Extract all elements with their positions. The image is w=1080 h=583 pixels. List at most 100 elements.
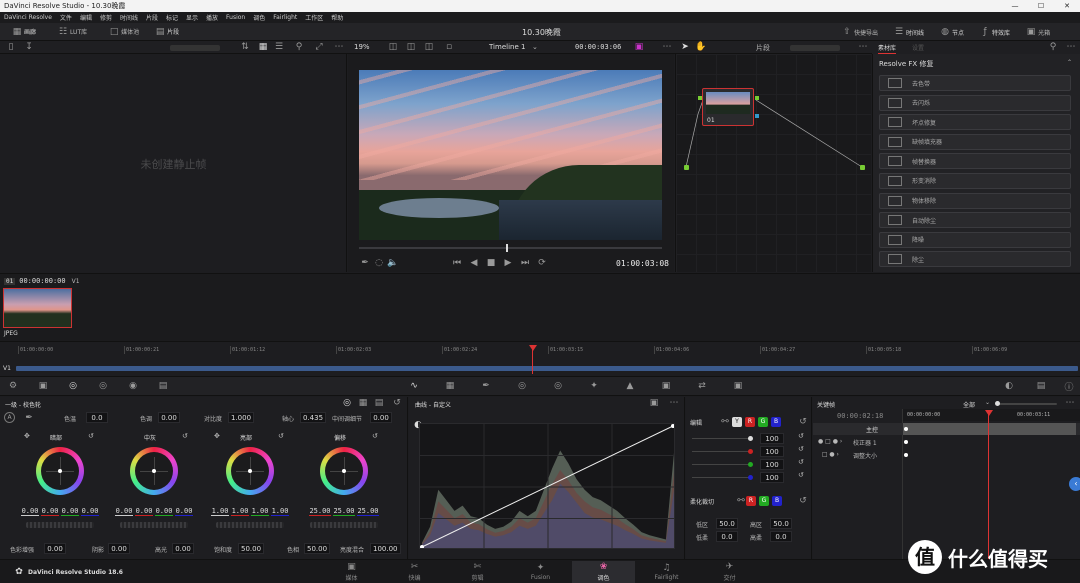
viewer-options-icon[interactable]: ⋯ bbox=[660, 41, 674, 53]
kf-playhead[interactable] bbox=[988, 411, 989, 559]
curves-icon[interactable]: ∿ bbox=[407, 380, 421, 392]
param-value[interactable]: 0.00 bbox=[108, 543, 130, 554]
search-icon[interactable]: ⚲ bbox=[292, 41, 306, 53]
wheel-value[interactable]: 0.00 bbox=[135, 507, 153, 516]
menu-item[interactable]: 文件 bbox=[60, 13, 72, 22]
wheel-value[interactable]: 1.00 bbox=[271, 507, 289, 516]
effects-button[interactable]: ƒ 特效库 bbox=[978, 26, 1010, 38]
wipe-icon[interactable]: ◫ bbox=[422, 41, 436, 53]
param-value[interactable]: 0.0 bbox=[86, 412, 108, 423]
channel-reset-icon[interactable]: ↺ bbox=[798, 471, 804, 479]
reverse-play-icon[interactable]: ◀ bbox=[467, 257, 481, 269]
high-soft-value[interactable]: 0.0 bbox=[770, 531, 792, 542]
highlight-icon[interactable]: ◌ bbox=[372, 257, 386, 269]
clip-mode-select[interactable]: 片段 bbox=[756, 43, 770, 53]
menu-item[interactable]: 调色 bbox=[253, 13, 265, 22]
eyedropper-icon[interactable]: ✒ bbox=[358, 257, 372, 269]
page-tab[interactable]: ✂ 快编 bbox=[383, 561, 446, 583]
wheel-master-slider[interactable] bbox=[216, 522, 284, 528]
channel-slider[interactable] bbox=[692, 477, 750, 478]
key-icon[interactable]: ▣ bbox=[659, 380, 673, 392]
white-pick-icon[interactable]: ✒ bbox=[22, 412, 36, 424]
sort-icon[interactable]: ⇅ bbox=[238, 41, 252, 53]
effect-item[interactable]: 坏点修复 bbox=[879, 114, 1071, 131]
node-01[interactable]: 01 bbox=[702, 88, 754, 126]
wheel-value[interactable]: 0.00 bbox=[155, 507, 173, 516]
scrubber-handle[interactable] bbox=[506, 244, 508, 252]
gallery-button[interactable]: ▦ 画廊 bbox=[10, 26, 36, 38]
menu-item[interactable]: 显示 bbox=[186, 13, 198, 22]
channel-reset-icon[interactable]: ↺ bbox=[798, 458, 804, 466]
param-value[interactable]: 0.00 bbox=[158, 412, 180, 423]
reset-soft-icon[interactable]: ↺ bbox=[796, 495, 810, 507]
wheel-value[interactable]: 1.00 bbox=[231, 507, 249, 516]
minimize-button[interactable]: — bbox=[1002, 2, 1028, 10]
menu-item[interactable]: 标记 bbox=[166, 13, 178, 22]
primaries-icon[interactable]: ◎ bbox=[66, 380, 80, 392]
curves-mode-icon-1[interactable]: ▣ bbox=[647, 397, 661, 409]
menu-item[interactable]: 工作区 bbox=[305, 13, 323, 22]
go-start-icon[interactable]: ⏮ bbox=[450, 257, 464, 269]
zoom-select[interactable]: 19% bbox=[354, 43, 370, 51]
effect-item[interactable]: 除尘 bbox=[879, 251, 1071, 268]
channel-slider[interactable] bbox=[692, 464, 750, 465]
wheels-mode-icon[interactable]: ◎ bbox=[340, 397, 354, 409]
channel-slider[interactable] bbox=[692, 438, 750, 439]
page-tab[interactable]: ♫ Fairlight bbox=[635, 561, 698, 583]
low-value[interactable]: 50.0 bbox=[716, 518, 738, 529]
viewer-mode-icon[interactable]: ▣ bbox=[632, 41, 646, 53]
bars-mode-icon[interactable]: ▦ bbox=[356, 397, 370, 409]
sidebar-toggle-icon[interactable]: ▯ bbox=[4, 41, 18, 53]
channel-value[interactable]: 100 bbox=[760, 433, 784, 444]
timeline-button[interactable]: ☰ 时间线 bbox=[892, 26, 924, 38]
effects-search-icon[interactable]: ⚲ bbox=[1046, 41, 1060, 53]
quick-export-button[interactable]: ⇧ 快捷导出 bbox=[840, 26, 878, 38]
channel-r-button[interactable]: R bbox=[745, 417, 755, 427]
wheel-master-slider[interactable] bbox=[26, 522, 94, 528]
play-icon[interactable]: ▶ bbox=[501, 257, 515, 269]
scopes-icon[interactable]: ◐ bbox=[1002, 380, 1016, 392]
channel-slider[interactable] bbox=[692, 451, 750, 452]
loop-icon[interactable]: ⟳ bbox=[535, 257, 549, 269]
wheel-value[interactable]: 0.00 bbox=[41, 507, 59, 516]
curve-point[interactable] bbox=[420, 545, 424, 549]
effect-item[interactable]: 降噪 bbox=[879, 231, 1071, 248]
channel-reset-icon[interactable]: ↺ bbox=[798, 432, 804, 440]
effect-item[interactable]: 自动除尘 bbox=[879, 212, 1071, 229]
param-value[interactable]: 50.00 bbox=[238, 543, 265, 554]
wheel-master-slider[interactable] bbox=[310, 522, 378, 528]
menu-item[interactable]: 帮助 bbox=[331, 13, 343, 22]
info-icon[interactable]: ▤ bbox=[1034, 380, 1048, 392]
curves-more-icon[interactable]: ⋯ bbox=[667, 397, 681, 409]
pointer-icon[interactable]: ➤ bbox=[678, 41, 692, 53]
wheel-reset-icon[interactable]: ↺ bbox=[88, 432, 94, 440]
menu-item[interactable]: Fairlight bbox=[273, 14, 297, 21]
wheel-pick-icon[interactable]: ✥ bbox=[214, 432, 220, 440]
lightbox-button[interactable]: ▣ 光箱 bbox=[1024, 26, 1050, 38]
wheel-value[interactable]: 0.00 bbox=[21, 507, 39, 516]
menu-item[interactable]: 播放 bbox=[206, 13, 218, 22]
effect-item[interactable]: 形变消除 bbox=[879, 172, 1071, 189]
wheel-pick-icon[interactable]: ✥ bbox=[24, 432, 30, 440]
param-value[interactable]: 0.00 bbox=[370, 412, 392, 423]
wheel-master-slider[interactable] bbox=[120, 522, 188, 528]
wheel-value[interactable]: 25.00 bbox=[333, 507, 355, 516]
menu-item[interactable]: 片段 bbox=[146, 13, 158, 22]
rgb-mixer-icon[interactable]: ◉ bbox=[126, 380, 140, 392]
effect-item[interactable]: 去闪烁 bbox=[879, 94, 1071, 111]
maximize-button[interactable]: ☐ bbox=[1028, 2, 1054, 10]
channel-reset-icon[interactable]: ↺ bbox=[798, 445, 804, 453]
channel-b-button[interactable]: B bbox=[771, 417, 781, 427]
3d-icon[interactable]: ▣ bbox=[731, 380, 745, 392]
curves-graph[interactable] bbox=[419, 423, 675, 549]
hdr-icon[interactable]: ◎ bbox=[96, 380, 110, 392]
soft-g-button[interactable]: G bbox=[759, 496, 769, 506]
media-pool-button[interactable]: □ 媒体池 bbox=[107, 26, 139, 38]
wheel-value[interactable]: 1.00 bbox=[251, 507, 269, 516]
lut-button[interactable]: ☷ LUT库 bbox=[56, 26, 87, 38]
keyframes-filter[interactable]: 全部 bbox=[963, 400, 975, 409]
tab-settings[interactable]: 设置 bbox=[912, 43, 924, 52]
wheel-value[interactable]: 25.00 bbox=[309, 507, 331, 516]
node-output-dot[interactable] bbox=[860, 165, 865, 170]
color-warper-icon[interactable]: ▦ bbox=[443, 380, 457, 392]
